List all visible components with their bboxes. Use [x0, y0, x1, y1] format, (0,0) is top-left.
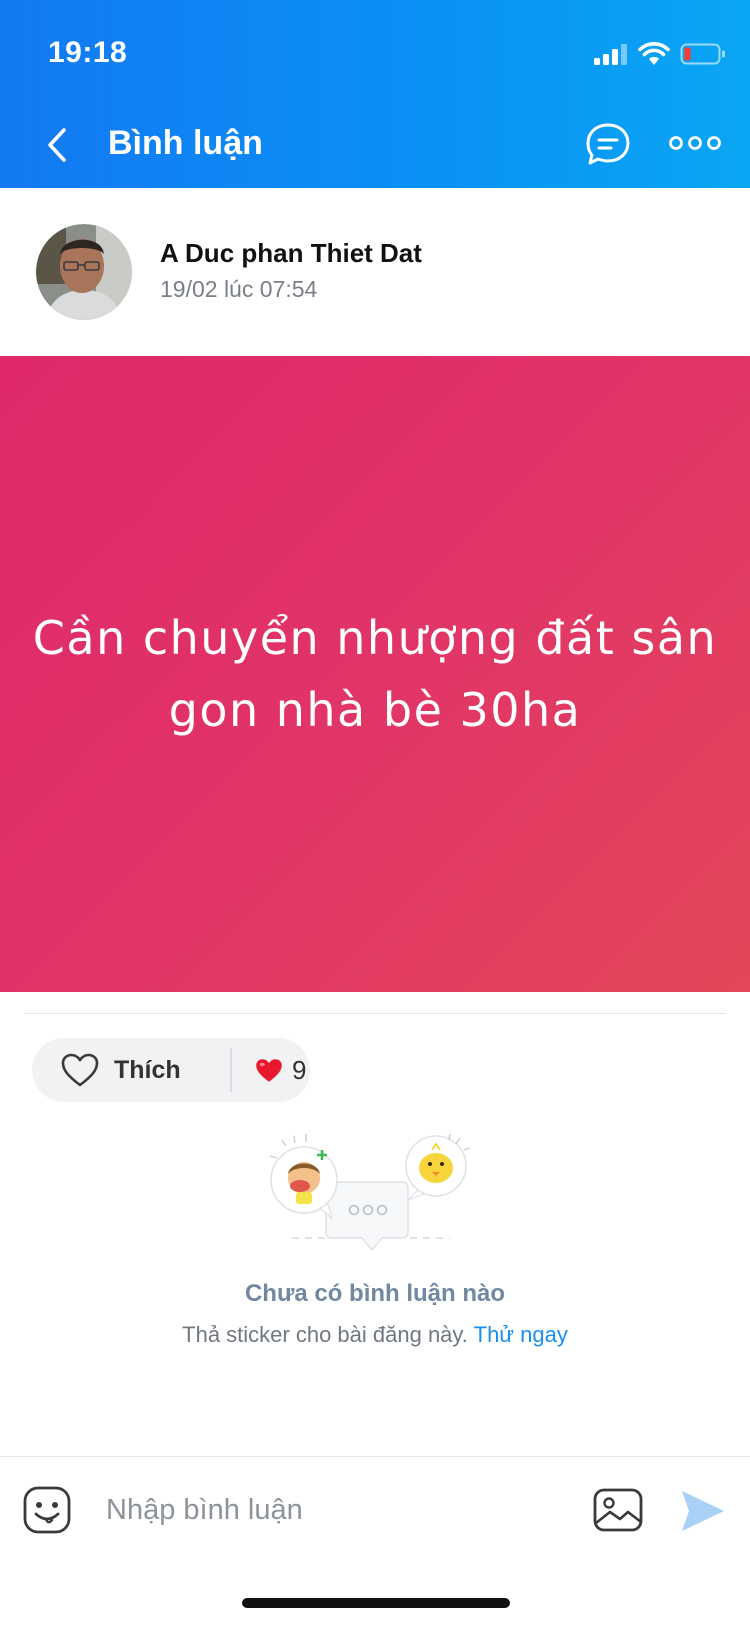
app-header: 19:18 Bình luận [0, 0, 750, 188]
heart-icon [256, 1058, 282, 1082]
empty-comments-illustration [270, 1134, 471, 1252]
page-title: Bình luận [108, 124, 263, 162]
author-name[interactable]: A Duc phan Thiet Dat [160, 238, 422, 269]
signal-icon [594, 44, 627, 65]
post-timestamp: 19/02 lúc 07:54 [160, 276, 318, 302]
send-icon[interactable] [680, 1489, 726, 1533]
divider [24, 1013, 726, 1014]
sticker-icon[interactable] [22, 1485, 72, 1535]
post-author: A Duc phan Thiet Dat 19/02 lúc 07:54 [0, 188, 750, 356]
empty-comments-subtitle-text: Thả sticker cho bài đăng này. [182, 1322, 468, 1347]
image-icon[interactable] [592, 1487, 644, 1533]
post-text-line-2: gon nhà bè 30ha [168, 683, 582, 737]
empty-comments-title: Chưa có bình luận nào [244, 1280, 506, 1307]
reaction-bar: Thích 9 [32, 1038, 310, 1102]
more-icon[interactable] [668, 128, 722, 158]
status-time: 19:18 [48, 36, 128, 69]
post-text-line-1: Cần chuyển nhượng đất sân [32, 611, 718, 665]
home-indicator [242, 1598, 510, 1608]
empty-comments-subtitle: Thả sticker cho bài đăng này. Thử ngay [0, 1322, 750, 1348]
reaction-count[interactable]: 9 [232, 1055, 306, 1086]
message-icon[interactable] [584, 120, 632, 168]
status-icons [594, 38, 726, 70]
like-label: Thích [114, 1055, 181, 1084]
heart-outline-icon [61, 1053, 99, 1087]
like-button[interactable]: Thích [32, 1052, 230, 1088]
battery-icon [680, 43, 725, 65]
back-icon[interactable] [38, 120, 82, 170]
wifi-icon [638, 42, 670, 65]
post-content-card: Cần chuyển nhượng đất sân gon nhà bè 30h… [0, 356, 750, 992]
comment-input[interactable] [104, 1479, 548, 1541]
post-text: Cần chuyển nhượng đất sân gon nhà bè 30h… [15, 602, 735, 746]
reaction-count-value: 9 [292, 1054, 307, 1085]
try-sticker-link[interactable]: Thử ngay [474, 1322, 568, 1347]
avatar[interactable] [36, 224, 132, 320]
